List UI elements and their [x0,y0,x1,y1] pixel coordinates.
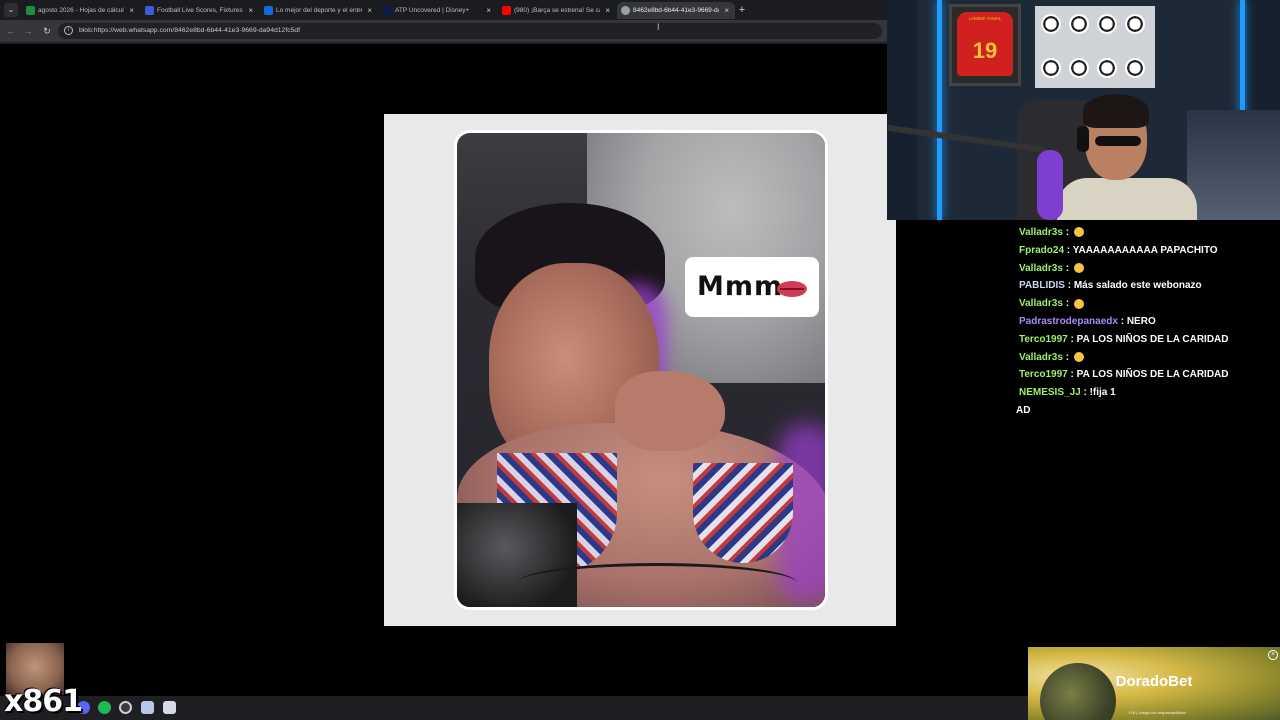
site-info-icon[interactable]: i [64,26,73,35]
chat-text: : [1062,298,1072,310]
chat-message: Valladr3s : [1016,224,1280,242]
globe-icon [621,6,630,15]
spotify-icon[interactable] [98,701,111,714]
chat-text: AD [1016,404,1031,416]
sponsor-fine-print: +18 | Juega con responsabilidad [1128,710,1186,715]
text-sticker: Mmm [685,257,819,317]
address-bar-url[interactable]: blob:https://web.whatsapp.com/8462e8bd-6… [79,23,300,39]
taskbar [0,696,1028,720]
tab-label: Football Live Scores, Fixtures & [157,7,243,14]
tab-label: agosto 2026 - Hojas de cálculo [38,7,124,14]
tab-disney-plus[interactable]: Lo mejor del deporte y el entretenimient… [260,2,378,19]
close-icon[interactable]: × [605,2,610,19]
chat-username: Terco1997 [1019,333,1068,345]
tab-blob-image[interactable]: 8462e8bd-6b44-41e3-9669-da94d12fc5df × [617,2,735,19]
chat-username: Terco1997 [1019,369,1068,381]
sticker-text: Mmm [697,271,784,302]
tab-label: 8462e8bd-6b44-41e3-9669-da94d12fc5df [633,7,719,14]
close-icon[interactable]: × [367,2,372,19]
tab-label: (980) ¡Barça se estrena! Se cae [514,7,600,14]
chat-message: PABLIDIS : Más salado este webonazo [1016,277,1280,295]
sheets-icon [26,6,35,15]
back-icon[interactable]: ← [4,24,18,38]
chat-message: Padrastrodepanaedx : NERO [1016,313,1280,331]
chat-overlay: Valladr3s : Fprado24 : YAAAAAAAAAAA PAPA… [1016,224,1280,420]
address-bar[interactable]: i blob:https://web.whatsapp.com/8462e8bd… [58,23,882,39]
chat-username: Valladr3s [1019,262,1063,274]
tab-atp-uncovered[interactable]: ATP Uncovered | Disney+ × [379,2,497,19]
tab-label: ATP Uncovered | Disney+ [395,7,470,14]
chat-message: Valladr3s : [1016,349,1280,367]
chat-username: NEMESIS_JJ [1019,387,1081,399]
chat-text: : Más salado este webonazo [1064,280,1202,292]
disney-icon [264,6,273,15]
chat-message: NEMESIS_JJ : !fija 1 [1016,384,1280,402]
chat-username: Padrastrodepanaedx [1019,315,1118,327]
chat-text: : !fija 1 [1080,387,1116,399]
tab-sheets[interactable]: agosto 2026 - Hojas de cálculo × [22,2,140,19]
chat-username: Valladr3s [1019,298,1063,310]
forward-icon[interactable]: → [21,24,35,38]
chat-text: : PA LOS NIÑOS DE LA CARIDAD [1067,333,1229,345]
chat-message: Valladr3s : [1016,260,1280,278]
browser-toolbar: ← → ↻ i blob:https://web.whatsapp.com/84… [0,20,887,42]
jersey-number: 19 [957,12,1013,76]
close-icon[interactable]: × [129,2,134,19]
tab-strip: ⌄ agosto 2026 - Hojas de cálculo × Footb… [0,0,887,20]
ball-shelf [1035,6,1155,88]
close-icon[interactable]: × [1268,650,1278,660]
text-cursor-icon: I [657,22,660,32]
chat-text: : [1062,262,1072,274]
close-icon[interactable]: × [486,2,491,19]
new-tab-button[interactable]: + [736,2,748,18]
notepad-icon[interactable] [141,701,154,714]
emoji-icon [1073,227,1084,238]
browser-window: ⌄ agosto 2026 - Hojas de cálculo × Footb… [0,0,887,44]
chat-message: Fprado24 : YAAAAAAAAAAA PAPACHITO [1016,242,1280,260]
chat-message: Terco1997 : PA LOS NIÑOS DE LA CARIDAD [1016,331,1280,349]
chat-username: Valladr3s [1019,351,1063,363]
jersey-name: LAMINE YAMAL [968,16,1002,21]
shared-photo: Mmm [454,130,828,610]
lips-emoji-icon [777,281,807,297]
soccer-ball-icon [1040,663,1116,720]
close-icon[interactable]: × [724,2,729,19]
chat-text: : YAAAAAAAAAAA PAPACHITO [1064,244,1218,256]
chat-text: : NERO [1117,315,1156,327]
chat-username: Fprado24 [1019,244,1065,256]
tab-youtube[interactable]: (980) ¡Barça se estrena! Se cae × [498,2,616,19]
tab-search-button[interactable]: ⌄ [4,3,18,17]
emoji-icon [1073,262,1084,273]
close-icon[interactable]: × [248,2,253,19]
tab-football-scores[interactable]: Football Live Scores, Fixtures & × [141,2,259,19]
sponsor-banner[interactable]: DoradoBet +18 | Juega con responsabilida… [1028,647,1280,720]
chat-text: : PA LOS NIÑOS DE LA CARIDAD [1067,369,1229,381]
screen: ⌄ agosto 2026 - Hojas de cálculo × Footb… [0,0,1280,720]
emoji-icon [1073,351,1084,362]
disney-icon [383,6,392,15]
chat-message: Valladr3s : [1016,295,1280,313]
donation-counter: x861 [4,684,83,719]
app-icon[interactable] [163,701,176,714]
youtube-icon [502,6,511,15]
chat-message: Terco1997 : PA LOS NIÑOS DE LA CARIDAD [1016,366,1280,384]
image-viewer: Mmm [384,114,896,626]
webcam-feed: 19 LAMINE YAMAL [887,0,1280,220]
chat-message: AD [1016,402,1280,420]
microphone [1037,150,1063,220]
chat-text: : [1062,351,1072,363]
scores-icon [145,6,154,15]
chat-text: : [1062,227,1072,238]
sponsor-brand: DoradoBet [1115,673,1193,690]
chat-username: PABLIDIS [1019,280,1065,292]
reload-icon[interactable]: ↻ [40,24,54,38]
emoji-icon [1073,298,1084,309]
obs-icon[interactable] [119,701,132,714]
chat-username: Valladr3s [1019,227,1063,238]
tab-label: Lo mejor del deporte y el entretenimient… [276,7,362,14]
